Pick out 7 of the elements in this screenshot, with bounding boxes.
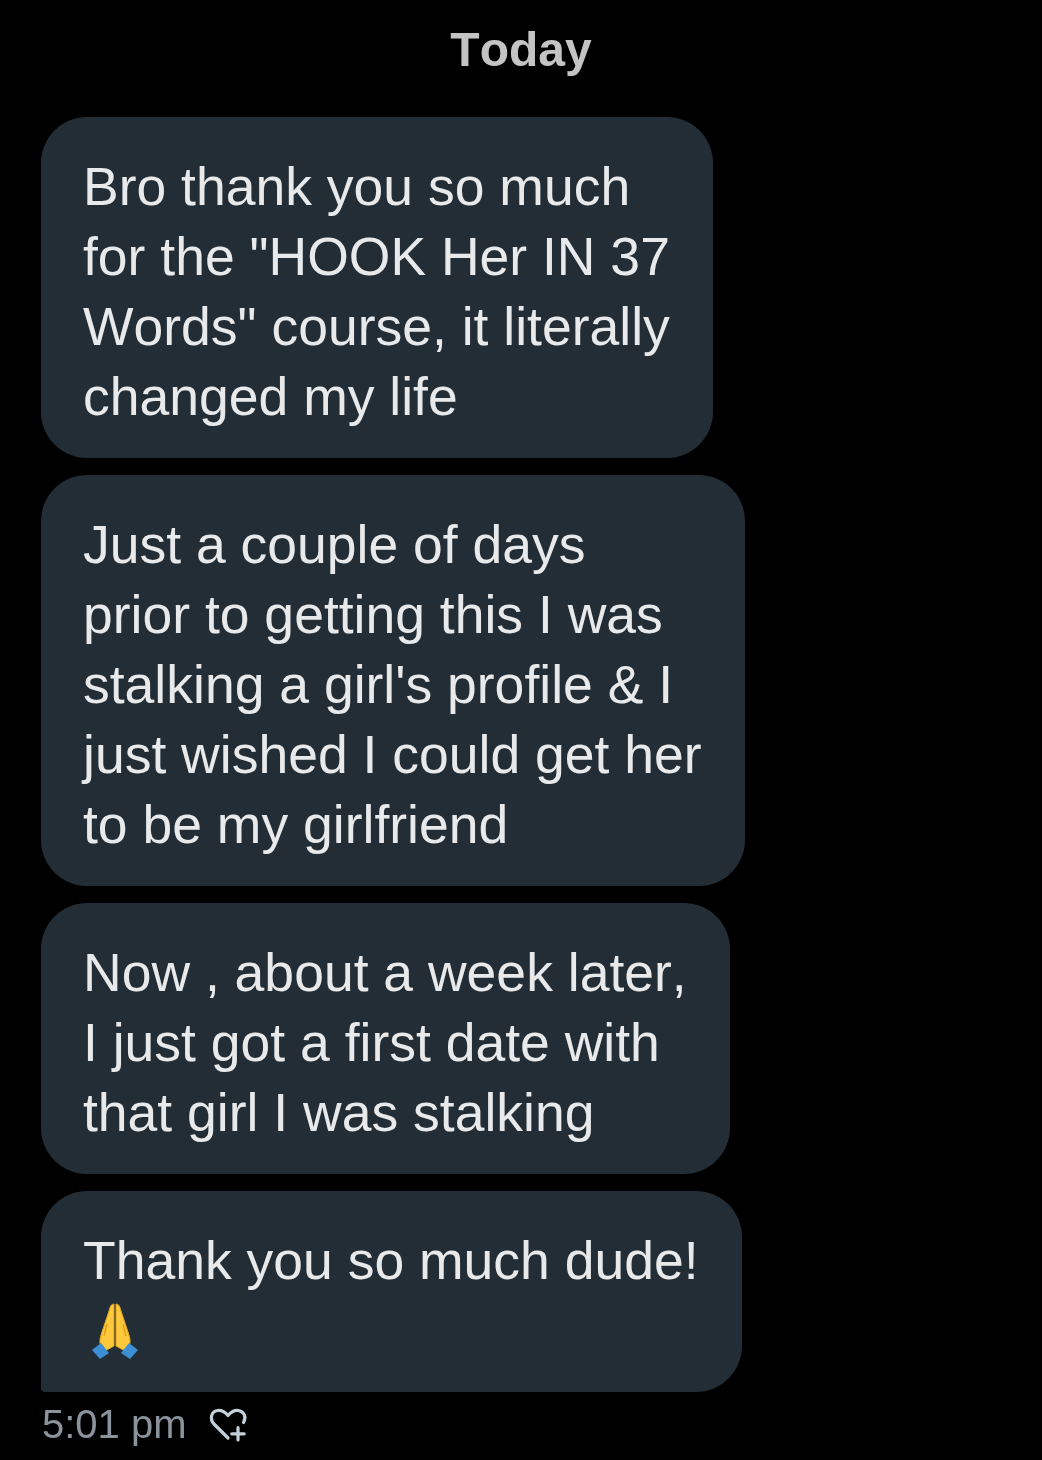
message-text: Bro thank you so much for the "HOOK Her IN 37 Words" course, it literally changed my life (83, 156, 671, 428)
message-text: Now , about a week later, I just got a first date with that girl I was stalking (83, 942, 688, 1144)
message-text: Just a couple of days prior to getting this I was stalking a girl's profile & I just wished I could get her to be my girlfriend (83, 514, 703, 856)
message-timestamp: 5:01 pm (42, 1401, 187, 1448)
message-text: Thank you so much dude! (83, 1230, 700, 1292)
heart-plus-icon[interactable] (207, 1406, 248, 1442)
date-divider: Today (450, 26, 592, 74)
